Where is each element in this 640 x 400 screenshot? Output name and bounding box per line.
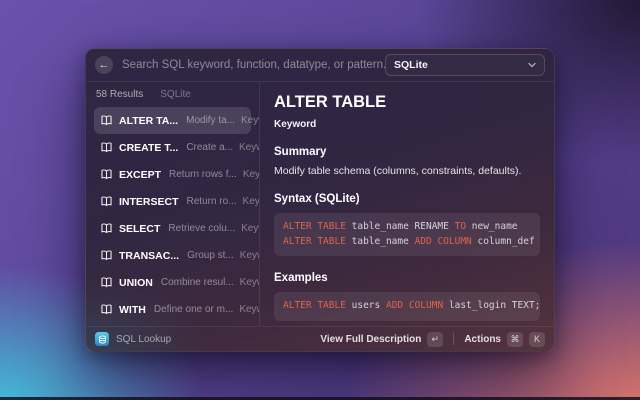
examples-code-block: ALTER TABLE users ADD COLUMN last_login … — [274, 292, 540, 321]
book-icon — [100, 141, 113, 154]
footer-divider — [453, 333, 454, 345]
item-accessory: Keywo... — [241, 223, 260, 234]
item-subtitle: Combine resul... — [161, 277, 234, 288]
item-accessory: Keywo... — [240, 250, 260, 261]
filter-selected-value: SQLite — [394, 59, 428, 71]
item-title: EXCEPT — [119, 169, 161, 181]
book-icon — [100, 303, 113, 316]
book-icon — [100, 249, 113, 262]
view-full-description-button[interactable]: View Full Description — [320, 334, 421, 345]
item-accessory: Keywo... — [243, 196, 260, 207]
results-scope-label: SQLite — [160, 89, 191, 100]
detail-title: ALTER TABLE — [274, 93, 540, 112]
item-subtitle: Retrieve colu... — [168, 223, 235, 234]
detail-kind-badge: Keyword — [274, 119, 540, 130]
detail-panel: ALTER TABLE Keyword Summary Modify table… — [260, 82, 554, 326]
item-title: INTERSECT — [119, 196, 179, 208]
results-list: 58 Results SQLite ALTER TA... Modify ta.… — [86, 82, 260, 326]
list-item-create-table[interactable]: CREATE T... Create a... Keywo... — [94, 134, 251, 161]
item-accessory: Keywo... — [241, 115, 260, 126]
syntax-code-block: ALTER TABLE table_name RENAME TO new_nam… — [274, 213, 540, 256]
command-key-badge[interactable]: ⌘ — [507, 332, 523, 347]
item-title: ALTER TA... — [119, 115, 178, 127]
item-title: SELECT — [119, 223, 160, 235]
item-subtitle: Group st... — [187, 250, 234, 261]
book-icon — [100, 114, 113, 127]
list-item-with[interactable]: WITH Define one or m... Keywo... — [94, 296, 251, 323]
window-body: 58 Results SQLite ALTER TA... Modify ta.… — [86, 82, 554, 326]
results-header: 58 Results SQLite — [94, 89, 251, 100]
arrow-left-icon: ← — [99, 60, 110, 71]
list-item-except[interactable]: EXCEPT Return rows f... Keywo... — [94, 161, 251, 188]
item-accessory: Keywo... — [239, 304, 260, 315]
item-subtitle: Return rows f... — [169, 169, 237, 180]
search-bar: ← SQLite — [86, 49, 554, 82]
summary-body: Modify table schema (columns, constraint… — [274, 165, 540, 177]
book-icon — [100, 168, 113, 181]
examples-heading: Examples — [274, 272, 540, 284]
actions-button[interactable]: Actions — [464, 334, 501, 345]
syntax-heading: Syntax (SQLite) — [274, 193, 540, 205]
summary-heading: Summary — [274, 146, 540, 158]
item-title: UNION — [119, 277, 153, 289]
list-item-alter-table[interactable]: ALTER TA... Modify ta... Keywo... — [94, 107, 251, 134]
book-icon — [100, 195, 113, 208]
item-subtitle: Return ro... — [187, 196, 237, 207]
list-item-transaction[interactable]: TRANSAC... Group st... Keywo... — [94, 242, 251, 269]
k-key-badge[interactable]: K — [529, 332, 545, 347]
app-name: SQL Lookup — [116, 334, 171, 345]
database-icon — [95, 332, 109, 346]
sql-lookup-window: ← SQLite 58 Results SQLite ALTER TA... M… — [85, 48, 555, 352]
item-title: TRANSAC... — [119, 250, 179, 262]
item-title: CREATE T... — [119, 142, 178, 154]
book-icon — [100, 222, 113, 235]
list-item-intersect[interactable]: INTERSECT Return ro... Keywo... — [94, 188, 251, 215]
footer-actions: View Full Description ↵ Actions ⌘ K — [320, 332, 545, 347]
filter-dropdown[interactable]: SQLite — [385, 54, 545, 76]
return-key-badge[interactable]: ↵ — [427, 332, 443, 347]
item-title: WITH — [119, 304, 146, 316]
back-button[interactable]: ← — [95, 56, 113, 74]
footer-bar: SQL Lookup View Full Description ↵ Actio… — [86, 326, 554, 351]
results-count: 58 Results — [96, 89, 143, 100]
chevron-down-icon — [528, 62, 536, 68]
book-icon — [100, 276, 113, 289]
item-accessory: Keywo... — [240, 277, 260, 288]
item-subtitle: Create a... — [186, 142, 233, 153]
item-subtitle: Define one or m... — [154, 304, 233, 315]
item-accessory: Keywo... — [239, 142, 260, 153]
list-item-union[interactable]: UNION Combine resul... Keywo... — [94, 269, 251, 296]
item-accessory: Keywo... — [243, 169, 260, 180]
search-input[interactable] — [122, 59, 385, 71]
item-subtitle: Modify ta... — [186, 115, 235, 126]
list-item-select[interactable]: SELECT Retrieve colu... Keywo... — [94, 215, 251, 242]
